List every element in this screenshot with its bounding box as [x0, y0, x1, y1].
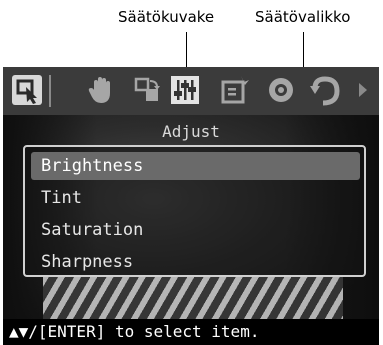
adjust-menu: Brightness Tint Saturation Sharpness [23, 145, 366, 277]
status-hint: ▲▼/[ENTER] to select item. [9, 322, 260, 341]
menu-item-saturation[interactable]: Saturation [31, 216, 360, 244]
undo-icon[interactable] [309, 74, 341, 106]
scroll-right-icon[interactable] [355, 74, 371, 106]
callout-adjust-icon-label: Säätökuvake [118, 8, 215, 26]
rotate-icon[interactable] [133, 74, 165, 106]
photo-stripes [43, 275, 343, 325]
toolbar [3, 67, 379, 115]
select-icon[interactable] [11, 74, 43, 106]
red-eye-icon[interactable] [265, 74, 297, 106]
menu-item-brightness[interactable]: Brightness [31, 152, 360, 180]
adjust-menu-title: Adjust [162, 122, 220, 141]
hand-icon[interactable] [85, 74, 117, 106]
device-screen: Adjust Brightness Tint Saturation Sharpn… [3, 67, 379, 345]
status-bar: ▲▼/[ENTER] to select item. [3, 319, 379, 345]
edit-frame-icon[interactable] [219, 74, 251, 106]
callout-adjust-menu-label: Säätövalikko [255, 8, 351, 26]
menu-item-sharpness[interactable]: Sharpness [31, 248, 360, 276]
menu-item-tint[interactable]: Tint [31, 184, 360, 212]
toolbar-separator [49, 75, 51, 107]
adjust-sliders-icon[interactable] [169, 74, 201, 106]
